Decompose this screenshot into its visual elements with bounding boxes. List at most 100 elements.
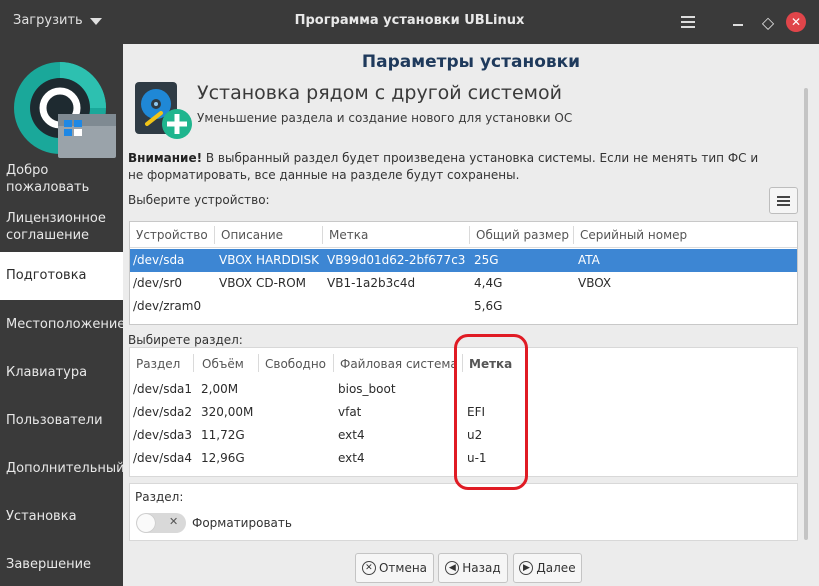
table-cell: VBOX CD-ROM	[219, 276, 307, 290]
table-row[interactable]: /dev/sda4 12,96G ext4 u-1	[130, 447, 797, 470]
table-row[interactable]: /dev/sda1 2,00M bios_boot	[130, 378, 797, 401]
toggle-knob	[137, 514, 155, 532]
table-cell: /dev/zram0	[133, 299, 202, 313]
load-menu[interactable]: Загрузить	[13, 13, 102, 28]
warning-text: Внимание! В выбранный раздел будет произ…	[128, 150, 768, 184]
partition-label: Выбирете раздел:	[128, 333, 243, 347]
hamburger-menu-button[interactable]	[676, 10, 700, 34]
cancel-button[interactable]: ✕ Отмена	[355, 553, 434, 583]
device-table: Устройство Описание Метка Общий размер С…	[129, 221, 798, 325]
sidebar-item-additional[interactable]: Дополнительный	[0, 460, 125, 477]
table-cell: 4,4G	[474, 276, 503, 290]
table-cell: EFI	[467, 405, 486, 419]
table-cell: VBOX HARDDISK	[219, 253, 320, 267]
column-header[interactable]: Файловая система	[340, 357, 462, 371]
install-mode-title: Установка рядом с другой системой	[197, 82, 562, 104]
table-cell: ext4	[338, 451, 365, 465]
table-cell: /dev/sda1	[133, 382, 193, 396]
restore-icon: ◇	[761, 12, 775, 32]
caret-down-icon	[89, 18, 102, 25]
sidebar-item-installation[interactable]: Установка	[0, 508, 123, 525]
column-header[interactable]: Метка	[329, 228, 368, 242]
table-cell: 25G	[474, 253, 499, 267]
partition-table-header: Раздел Объём Свободно Файловая система М…	[130, 348, 797, 378]
minimize-icon	[733, 24, 743, 26]
column-header[interactable]: Устройство	[136, 228, 208, 242]
column-header[interactable]: Раздел	[136, 357, 180, 371]
title-bar: Загрузить Программа установки UBLinux ◇ …	[0, 0, 819, 44]
partition-table: Раздел Объём Свободно Файловая система М…	[129, 347, 798, 477]
navigation-bar: ✕ Отмена ◀ Назад ▶ Далее	[123, 552, 819, 586]
column-header[interactable]: Метка	[469, 357, 512, 371]
column-separator	[258, 354, 259, 372]
table-cell: 12,96G	[201, 451, 245, 465]
back-button-label: Назад	[462, 561, 501, 575]
sidebar-item-welcome[interactable]: Добро пожаловать	[0, 162, 123, 196]
close-icon: ✕	[790, 15, 802, 29]
list-icon-line	[777, 203, 790, 206]
table-row[interactable]: /dev/zram0 5,6G	[130, 295, 797, 318]
table-cell: /dev/sda	[133, 253, 185, 267]
main-panel: Параметры установки Установка рядом с др…	[123, 44, 819, 586]
table-cell: u-1	[467, 451, 487, 465]
table-cell: ext4	[338, 428, 365, 442]
sidebar-item-location[interactable]: Местоположение	[0, 316, 125, 333]
warning-bold: Внимание!	[128, 151, 203, 165]
disk-install-icon	[135, 82, 192, 139]
sidebar-item-license[interactable]: Лицензионное соглашение	[0, 210, 123, 244]
install-mode-subtitle: Уменьшение раздела и создание нового для…	[197, 111, 573, 125]
sidebar-item-preparation[interactable]: Подготовка	[0, 252, 123, 300]
column-separator	[462, 354, 463, 372]
load-menu-label: Загрузить	[13, 13, 83, 28]
table-cell: /dev/sda3	[133, 428, 193, 442]
sidebar-item-users[interactable]: Пользователи	[0, 412, 123, 429]
table-row[interactable]: /dev/sr0 VBOX CD-ROM VB1-1a2b3c4d 4,4G V…	[130, 272, 797, 295]
back-button[interactable]: ◀ Назад	[438, 553, 508, 583]
format-toggle[interactable]: ✕	[136, 513, 186, 533]
list-icon	[777, 195, 790, 198]
sidebar-item-keyboard[interactable]: Клавиатура	[0, 364, 123, 381]
list-icon-line	[777, 199, 790, 202]
column-header[interactable]: Серийный номер	[580, 228, 687, 242]
table-cell: VB1-1a2b3c4d	[327, 276, 416, 290]
column-header[interactable]: Свободно	[265, 357, 326, 371]
ublinux-logo	[14, 62, 116, 158]
hamburger-icon	[681, 21, 695, 23]
vertical-scrollbar[interactable]	[804, 88, 808, 540]
table-cell: /dev/sda2	[133, 405, 193, 419]
column-separator	[573, 226, 574, 244]
close-button[interactable]: ✕	[786, 12, 806, 32]
list-view-button[interactable]	[769, 187, 798, 214]
table-cell: 11,72G	[201, 428, 245, 442]
column-header[interactable]: Общий размер	[476, 228, 569, 242]
column-separator	[214, 226, 215, 244]
column-separator	[469, 226, 470, 244]
column-header[interactable]: Описание	[221, 228, 283, 242]
column-separator	[193, 354, 194, 372]
table-cell: 5,6G	[474, 299, 503, 313]
warning-body: В выбранный раздел будет произведена уст…	[128, 151, 759, 182]
table-row[interactable]: /dev/sda2 320,00M vfat EFI	[130, 401, 797, 424]
page-title: Параметры установки	[361, 52, 581, 72]
table-cell: /dev/sr0	[133, 276, 183, 290]
table-cell: bios_boot	[338, 382, 396, 396]
partition-options-panel: Раздел: ✕ Форматировать	[129, 483, 798, 541]
table-row[interactable]: /dev/sda3 11,72G ext4 u2	[130, 424, 797, 447]
column-separator	[322, 226, 323, 244]
cancel-icon: ✕	[361, 561, 376, 575]
table-cell: u2	[467, 428, 483, 442]
cancel-button-label: Отмена	[378, 561, 428, 575]
sidebar-item-finish[interactable]: Завершение	[0, 556, 123, 573]
column-header[interactable]: Объём	[202, 357, 244, 371]
table-cell: /dev/sda4	[133, 451, 193, 465]
table-cell: 320,00M	[201, 405, 254, 419]
format-toggle-label: Форматировать	[192, 516, 292, 530]
table-cell: ATA	[578, 253, 600, 267]
table-row[interactable]: /dev/sda VBOX HARDDISK VB99d01d62-2bf677…	[130, 249, 797, 272]
arrow-right-icon: ▶	[519, 561, 534, 575]
next-button[interactable]: ▶ Далее	[513, 553, 582, 583]
minimize-button[interactable]	[726, 10, 750, 34]
next-button-label: Далее	[536, 561, 576, 575]
restore-button[interactable]: ◇	[756, 10, 780, 34]
table-cell: VB99d01d62-2bf677c3	[327, 253, 466, 267]
